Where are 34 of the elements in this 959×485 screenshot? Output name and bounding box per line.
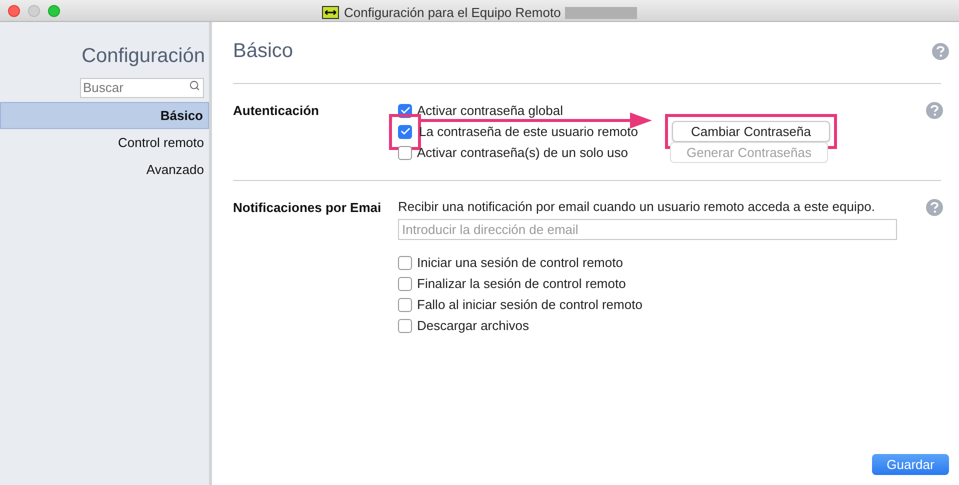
remote-arrows-icon (322, 6, 339, 20)
email-field[interactable]: Introducir la dirección de email (398, 219, 897, 240)
description-text: Recibir una notificación por email cuando un usuario remoto acceda a este equipo. (398, 198, 876, 216)
checkbox-label: Activar contraseña global (417, 102, 564, 120)
help-icon[interactable] (932, 43, 949, 60)
sidebar-item[interactable]: Control remoto (0, 129, 209, 156)
close-button[interactable] (8, 4, 20, 16)
change-password-button[interactable]: Cambiar Contraseña (672, 121, 830, 142)
section-label: Notificaciones por Emai (233, 199, 382, 217)
help-icon[interactable] (926, 102, 943, 119)
checkbox-label: Activar contraseña(s) de un solo uso (417, 144, 629, 162)
checkbox-label: Fallo al iniciar sesión de control remoto (417, 296, 644, 314)
checkbox[interactable] (398, 318, 412, 332)
check-icon (400, 105, 410, 116)
checkbox-label: Finalizar la sesión de control remoto (417, 274, 627, 293)
window-title: Configuración para el Equipo Remoto (344, 4, 561, 22)
checkbox[interactable] (398, 146, 412, 160)
checkbox-label: Descargar archivos (417, 316, 530, 335)
sidebar-item[interactable]: Básico (0, 102, 209, 129)
section-label: Autenticación (233, 102, 320, 120)
checkbox[interactable] (398, 276, 412, 290)
zoom-button[interactable] (48, 4, 60, 16)
checkbox-label: Iniciar una sesión de control remoto (417, 254, 624, 272)
checkbox[interactable] (398, 256, 412, 270)
search-field[interactable]: Buscar (80, 78, 204, 98)
sidebar-title: Configuración (82, 44, 205, 69)
check-icon (400, 126, 410, 137)
minimize-button[interactable] (28, 4, 40, 16)
checkbox[interactable] (398, 298, 412, 312)
search-icon (189, 80, 200, 91)
page-title: Básico (233, 39, 294, 64)
sidebar-item[interactable]: Avanzado (0, 156, 209, 183)
checkbox[interactable] (398, 124, 412, 138)
help-icon[interactable] (926, 199, 943, 216)
